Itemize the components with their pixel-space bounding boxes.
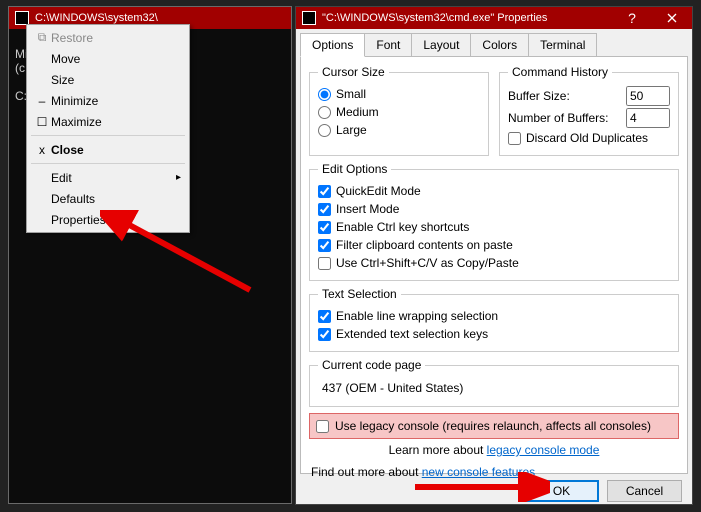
menu-restore: ⧉ Restore xyxy=(29,27,187,48)
tab-layout[interactable]: Layout xyxy=(411,33,471,56)
menu-separator xyxy=(31,135,185,136)
insert-mode-check[interactable]: Insert Mode xyxy=(318,200,670,218)
cancel-button[interactable]: Cancel xyxy=(607,480,682,502)
codepage-legend: Current code page xyxy=(318,358,425,372)
menu-edit[interactable]: Edit ▸ xyxy=(29,167,187,188)
num-buffers-label: Number of Buffers: xyxy=(508,111,609,125)
line-wrap-check[interactable]: Enable line wrapping selection xyxy=(318,307,670,325)
tab-strip: Options Font Layout Colors Terminal xyxy=(296,29,692,56)
properties-dialog: "C:\WINDOWS\system32\cmd.exe" Properties… xyxy=(295,6,693,505)
num-buffers-input[interactable] xyxy=(626,108,670,128)
cmd-title-text: C:\WINDOWS\system32\ xyxy=(35,12,158,24)
dialog-title-text: "C:\WINDOWS\system32\cmd.exe" Properties xyxy=(322,12,612,24)
close-button[interactable] xyxy=(652,7,692,29)
restore-icon: ⧉ xyxy=(33,30,51,45)
legacy-learn-more: Learn more about legacy console mode xyxy=(309,443,679,457)
discard-duplicates-check[interactable]: Discard Old Duplicates xyxy=(508,129,670,147)
filter-clipboard-check[interactable]: Filter clipboard contents on paste xyxy=(318,236,670,254)
menu-separator xyxy=(31,163,185,164)
cursor-size-legend: Cursor Size xyxy=(318,65,389,79)
menu-maximize[interactable]: ☐ Maximize xyxy=(29,111,187,132)
cursor-large-radio[interactable]: Large xyxy=(318,121,480,139)
minimize-icon: – xyxy=(33,94,51,108)
tab-options[interactable]: Options xyxy=(300,33,365,57)
legacy-console-check[interactable] xyxy=(316,420,329,433)
command-history-group: Command History Buffer Size: Number of B… xyxy=(499,65,679,156)
ok-button[interactable]: OK xyxy=(524,480,599,502)
cmd-icon xyxy=(302,11,316,25)
menu-move[interactable]: Move xyxy=(29,48,187,69)
buffer-size-input[interactable] xyxy=(626,86,670,106)
history-legend: Command History xyxy=(508,65,612,79)
text-selection-legend: Text Selection xyxy=(318,287,401,301)
cursor-small-radio[interactable]: Small xyxy=(318,85,480,103)
dialog-titlebar[interactable]: "C:\WINDOWS\system32\cmd.exe" Properties… xyxy=(296,7,692,29)
legacy-console-label: Use legacy console (requires relaunch, a… xyxy=(335,419,651,433)
new-console-features-link[interactable]: new console features xyxy=(422,465,535,479)
cmd-icon[interactable] xyxy=(15,11,29,25)
quickedit-check[interactable]: QuickEdit Mode xyxy=(318,182,670,200)
codepage-group: Current code page 437 (OEM - United Stat… xyxy=(309,358,679,407)
cursor-size-group: Cursor Size Small Medium Large xyxy=(309,65,489,156)
menu-close[interactable]: x Close xyxy=(29,139,187,160)
ext-keys-check[interactable]: Extended text selection keys xyxy=(318,325,670,343)
maximize-icon: ☐ xyxy=(33,115,51,129)
menu-minimize[interactable]: – Minimize xyxy=(29,90,187,111)
ctrl-shift-cv-check[interactable]: Use Ctrl+Shift+C/V as Copy/Paste xyxy=(318,254,670,272)
legacy-console-highlight: Use legacy console (requires relaunch, a… xyxy=(309,413,679,439)
edit-options-legend: Edit Options xyxy=(318,162,391,176)
menu-size[interactable]: Size xyxy=(29,69,187,90)
close-icon: x xyxy=(33,143,51,157)
codepage-value: 437 (OEM - United States) xyxy=(318,378,670,398)
text-selection-group: Text Selection Enable line wrapping sele… xyxy=(309,287,679,352)
tab-terminal[interactable]: Terminal xyxy=(528,33,597,56)
ctrl-shortcuts-check[interactable]: Enable Ctrl key shortcuts xyxy=(318,218,670,236)
edit-options-group: Edit Options QuickEdit Mode Insert Mode … xyxy=(309,162,679,281)
tab-colors[interactable]: Colors xyxy=(470,33,529,56)
menu-defaults[interactable]: Defaults xyxy=(29,188,187,209)
system-context-menu: ⧉ Restore Move Size – Minimize ☐ Maximiz… xyxy=(26,24,190,233)
dialog-button-row: OK Cancel xyxy=(296,474,692,508)
buffer-size-label: Buffer Size: xyxy=(508,89,570,103)
legacy-console-link[interactable]: legacy console mode xyxy=(487,443,600,457)
help-button[interactable]: ? xyxy=(612,7,652,29)
options-panel: Cursor Size Small Medium Large Command H… xyxy=(300,56,688,474)
menu-properties[interactable]: Properties xyxy=(29,209,187,230)
cursor-medium-radio[interactable]: Medium xyxy=(318,103,480,121)
new-features-text: Find out more about new console features xyxy=(309,465,679,479)
submenu-arrow-icon: ▸ xyxy=(176,172,181,183)
tab-font[interactable]: Font xyxy=(364,33,412,56)
close-icon xyxy=(667,13,677,23)
